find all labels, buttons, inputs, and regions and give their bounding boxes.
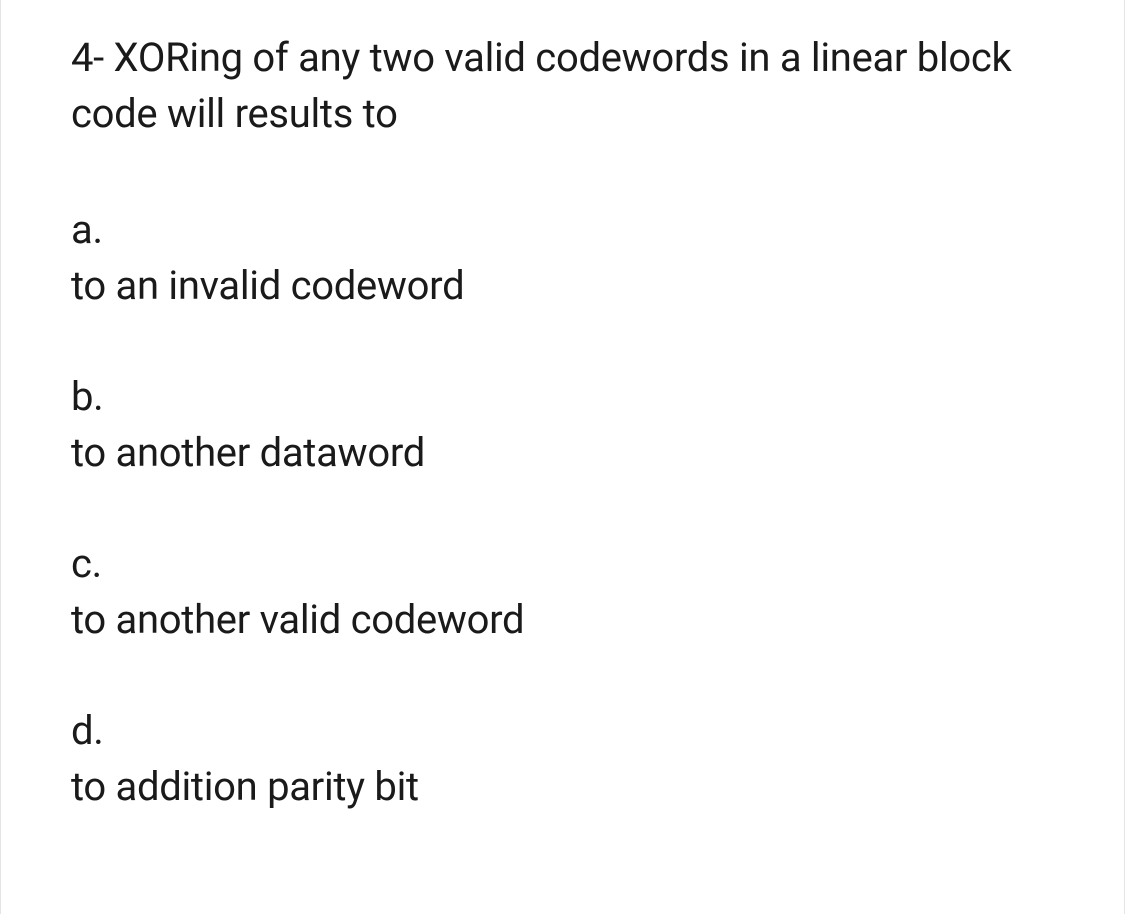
- option-letter-a: a.: [71, 202, 1054, 258]
- option-a: a. to an invalid codeword: [71, 202, 1054, 314]
- option-text-d: to addition parity bit: [71, 759, 1054, 815]
- option-letter-b: b.: [71, 369, 1054, 425]
- option-d: d. to addition parity bit: [71, 703, 1054, 815]
- option-text-b: to another dataword: [71, 425, 1054, 481]
- option-letter-d: d.: [71, 703, 1054, 759]
- option-text-c: to another valid codeword: [71, 592, 1054, 648]
- option-b: b. to another dataword: [71, 369, 1054, 481]
- question-text: 4- XORing of any two valid codewords in …: [71, 30, 1054, 142]
- option-text-a: to an invalid codeword: [71, 258, 1054, 314]
- option-letter-c: c.: [71, 536, 1054, 592]
- option-c: c. to another valid codeword: [71, 536, 1054, 648]
- question-container: 4- XORing of any two valid codewords in …: [71, 30, 1054, 815]
